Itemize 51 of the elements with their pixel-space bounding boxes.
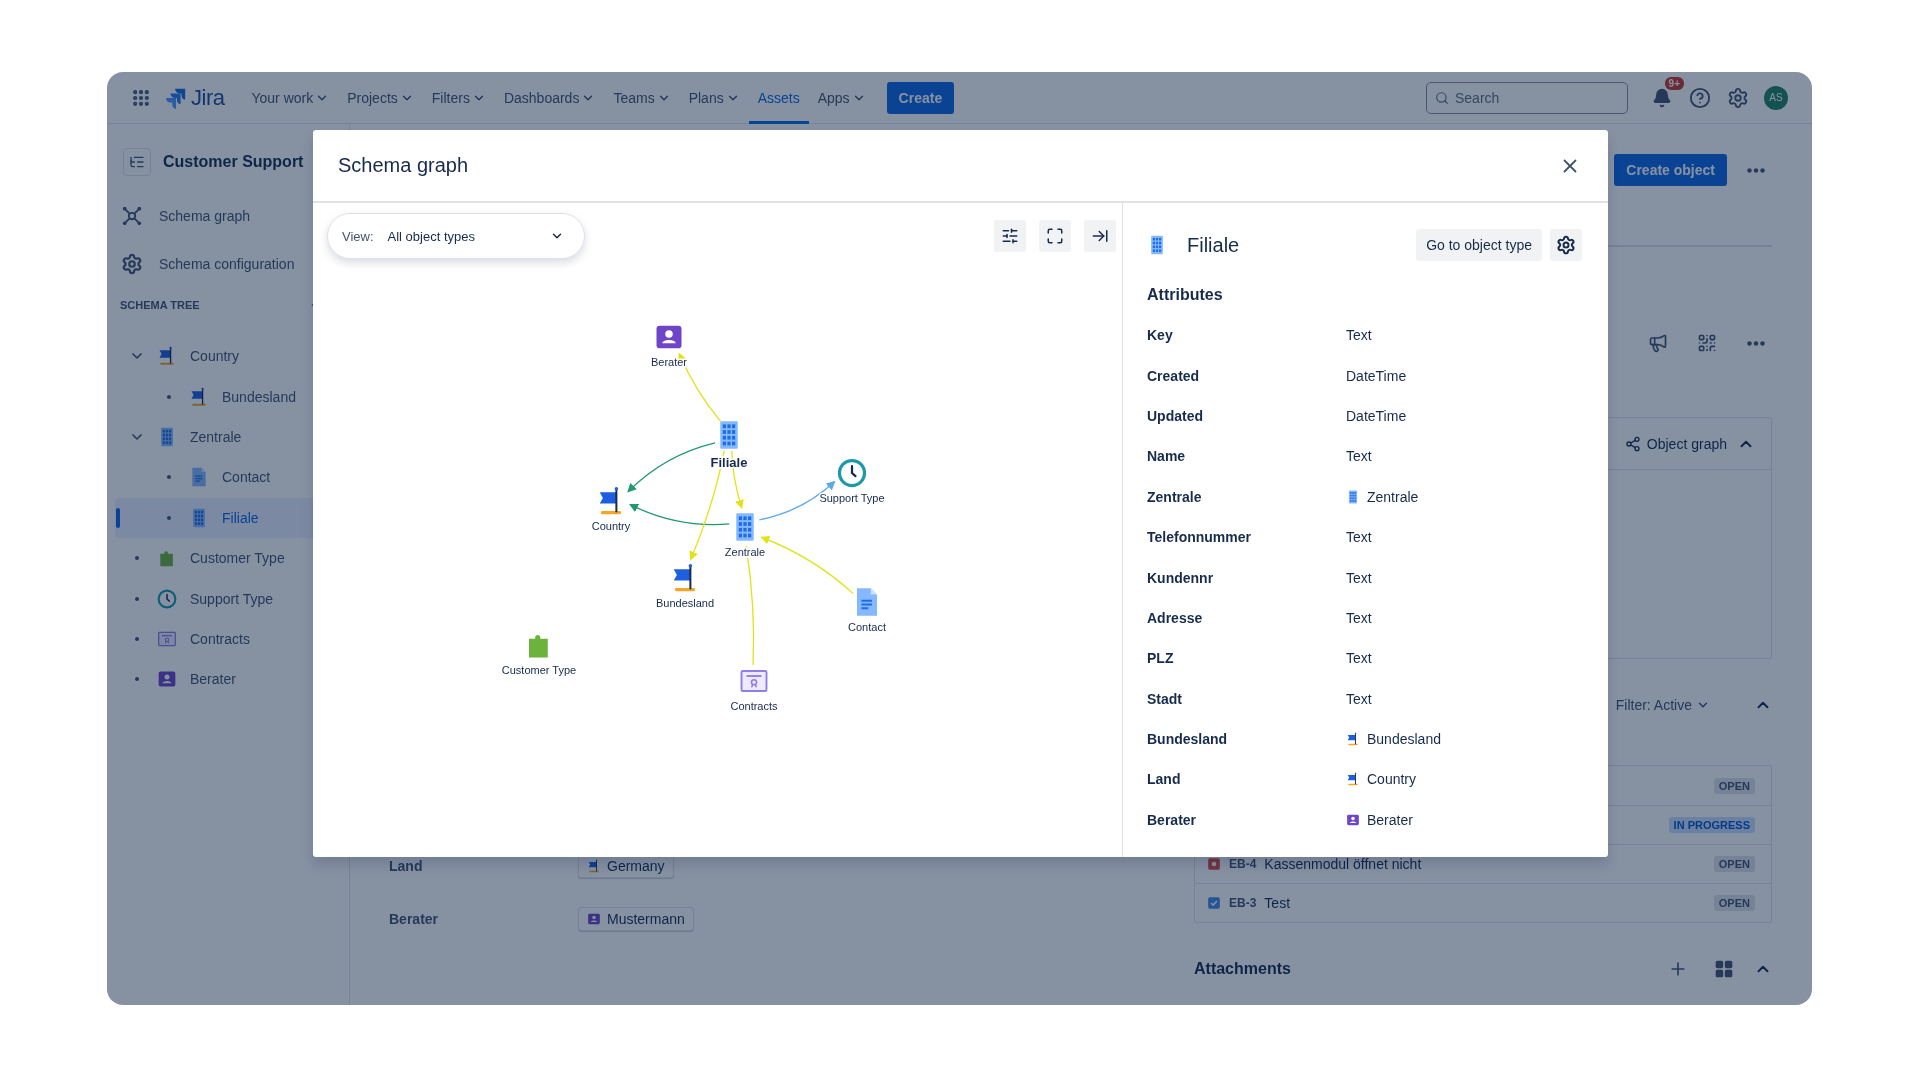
attribute-name: Zentrale	[1147, 488, 1203, 505]
schema-title: Customer Support	[163, 153, 304, 171]
object-type-title: Filiale	[1187, 233, 1240, 257]
status-lozenge: OPEN	[1713, 856, 1755, 872]
issue-key: EB-4	[1229, 857, 1257, 871]
attribute-type: Berater	[1367, 811, 1413, 828]
attribute-name: Land	[1147, 771, 1182, 788]
node-label: Country	[591, 520, 631, 532]
attribute-name: Adresse	[1147, 609, 1204, 626]
attribute-type: Text	[1346, 448, 1372, 465]
status-lozenge: OPEN	[1713, 895, 1755, 911]
attribute-name: Stadt	[1147, 690, 1183, 707]
issue-summary: Test	[1264, 895, 1291, 911]
attribute-name: PLZ	[1147, 650, 1175, 667]
attribute-name: Name	[1147, 448, 1187, 465]
attribute-name: Berater	[1147, 811, 1198, 828]
attribute-type: Text	[1346, 690, 1372, 707]
attribute-name: Updated	[1147, 407, 1204, 424]
node-label: Customer Type	[501, 664, 577, 676]
attribute-label: Land	[389, 857, 424, 874]
attribute-type: Text	[1346, 650, 1372, 667]
attribute-type: Text	[1346, 569, 1372, 586]
issue-summary: Kassenmodul öffnet nicht	[1264, 856, 1422, 872]
node-label: Bundesland	[655, 597, 715, 609]
status-lozenge: IN PROGRESS	[1668, 817, 1755, 833]
panel-title: Object graph	[1646, 435, 1727, 452]
issue-key: EB-3	[1229, 896, 1257, 910]
attribute-label: Berater	[389, 910, 440, 927]
attribute-name: Key	[1147, 327, 1174, 344]
attribute-type: DateTime	[1346, 407, 1407, 424]
attributes-heading: Attributes	[1147, 285, 1224, 305]
node-label: Support Type	[819, 492, 885, 504]
status-lozenge: OPEN	[1713, 777, 1755, 794]
product-name: Jira	[191, 84, 225, 111]
attribute-name: Kundennr	[1147, 569, 1215, 586]
notification-badge: 9+	[1662, 74, 1686, 92]
attribute-type: DateTime	[1346, 367, 1407, 384]
attribute-type: Bundesland	[1367, 731, 1441, 748]
attribute-name: Bundesland	[1147, 731, 1229, 748]
attribute-name: Telefonnummer	[1147, 529, 1252, 546]
section-heading: SCHEMA TREE	[120, 299, 200, 311]
node-label: Contact	[848, 621, 886, 633]
section-title: Attachments	[1194, 960, 1291, 978]
attribute-type: Text	[1346, 609, 1372, 626]
attribute-type: Zentrale	[1367, 488, 1419, 505]
attribute-type: Text	[1346, 327, 1372, 344]
node-label: Contracts	[730, 700, 778, 712]
attribute-type: Text	[1346, 529, 1372, 546]
attribute-name: Created	[1147, 367, 1201, 384]
attribute-type: Country	[1367, 771, 1417, 788]
dialog-title: Schema graph	[338, 154, 469, 177]
